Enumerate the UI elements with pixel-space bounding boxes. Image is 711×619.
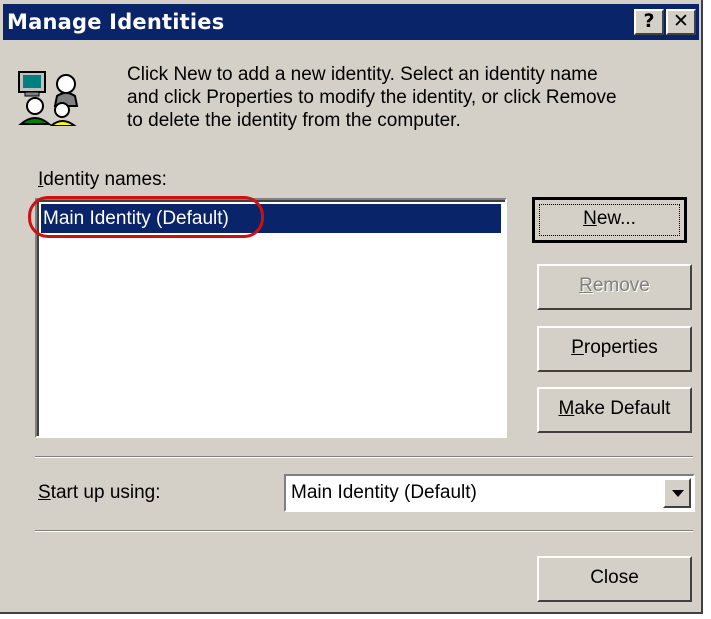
help-button[interactable]: ? [634, 9, 664, 35]
remove-button[interactable]: Remove [537, 264, 692, 310]
close-window-button[interactable]: ✕ [666, 9, 696, 35]
chevron-down-icon[interactable] [663, 478, 691, 508]
intro-line: Click New to add a new identity. Select … [127, 64, 598, 85]
make-default-button[interactable]: Make Default [537, 387, 692, 433]
dropdown-value: Main Identity (Default) [291, 482, 477, 503]
list-item-main-identity[interactable]: Main Identity (Default) [41, 204, 501, 233]
window-title: Manage Identities [7, 10, 225, 34]
identity-names-label: Identity names: [38, 169, 167, 190]
close-button[interactable]: Close [537, 556, 692, 602]
separator [35, 530, 693, 532]
new-button[interactable]: New... [532, 197, 687, 243]
separator [35, 456, 693, 458]
intro-line: and click Properties to modify the ident… [127, 87, 617, 108]
identity-names-list[interactable]: Main Identity (Default) [35, 198, 507, 438]
focus-rect [539, 204, 680, 236]
intro-line: to delete the identity from the computer… [127, 110, 461, 131]
users-computer-icon [17, 70, 85, 131]
start-up-using-dropdown[interactable]: Main Identity (Default) [284, 474, 695, 512]
properties-button[interactable]: Properties [537, 326, 692, 372]
intro-text: Click New to add a new identity. Select … [127, 63, 697, 132]
title-bar[interactable]: Manage Identities ? ✕ [3, 4, 699, 40]
start-up-using-label: Start up using: [38, 482, 161, 503]
manage-identities-dialog: Manage Identities ? ✕ Click New to add a… [0, 0, 703, 614]
